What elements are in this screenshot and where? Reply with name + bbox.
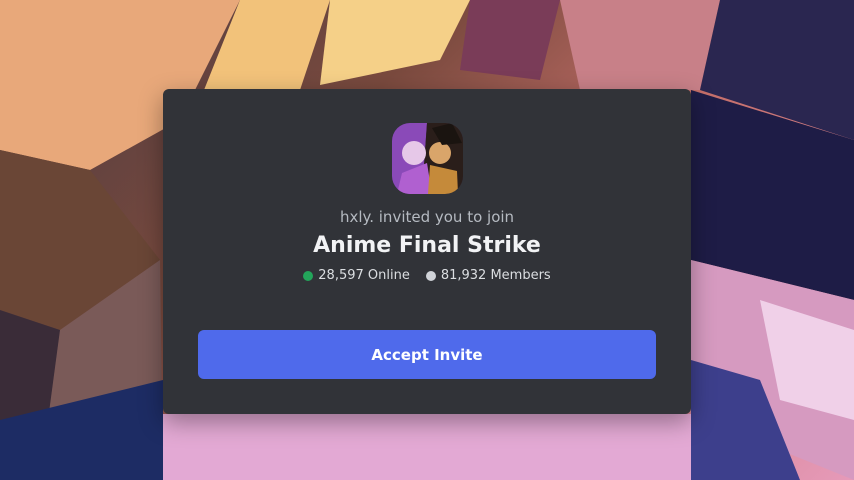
invite-modal: hxly. invited you to join Anime Final St… — [163, 89, 691, 414]
member-count: 81,932 Members — [440, 268, 551, 283]
members-stat: 81,932 Members — [425, 267, 551, 285]
online-count: 28,597 Online — [318, 268, 410, 283]
server-avatar-icon — [392, 123, 463, 194]
inviter-text: hxly. invited you to join — [339, 208, 515, 226]
server-name: Anime Final Strike — [313, 233, 541, 258]
online-stat: 28,597 Online — [303, 267, 410, 285]
online-status-icon — [303, 271, 314, 281]
server-stats: 28,597 Online 81,932 Members — [163, 267, 691, 285]
accept-invite-button[interactable]: Accept Invite — [198, 330, 656, 379]
members-status-icon — [425, 271, 436, 281]
